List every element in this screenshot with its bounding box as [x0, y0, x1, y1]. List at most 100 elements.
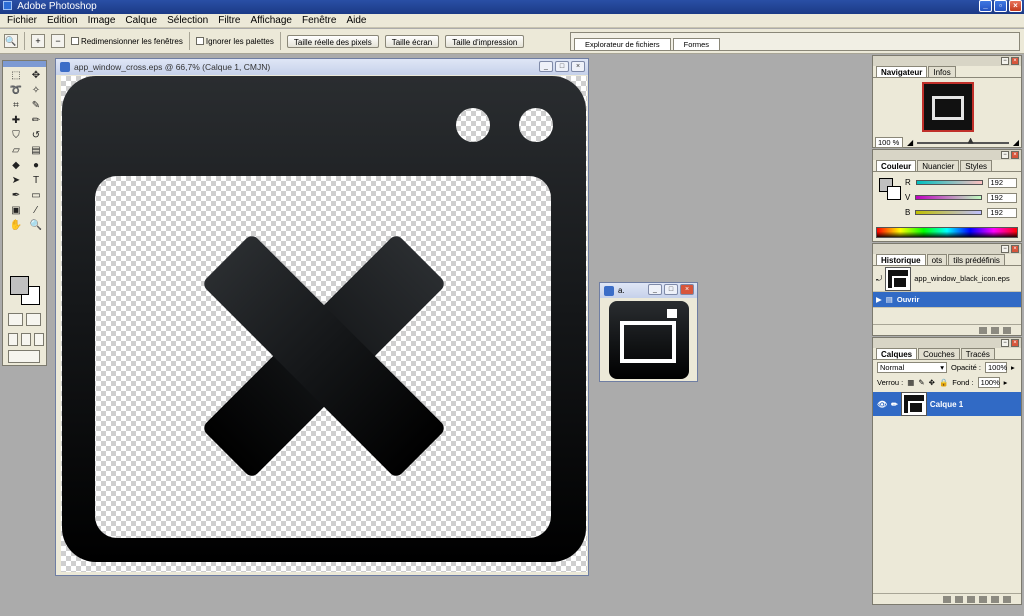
navigator-zoom-slider[interactable]: [917, 137, 1009, 144]
tab-navigator[interactable]: Navigateur: [876, 66, 928, 77]
doc-close-button[interactable]: ×: [571, 61, 585, 72]
menu-fenetre[interactable]: Fenêtre: [297, 14, 341, 27]
history-snapshot-row[interactable]: ⤾ app_window_black_icon.eps: [873, 266, 1021, 292]
stamp-tool-icon[interactable]: ⛉: [7, 129, 25, 143]
zoom-tool-icon[interactable]: 🔍: [27, 219, 45, 233]
adjustment-layer-icon[interactable]: [979, 595, 987, 603]
menu-aide[interactable]: Aide: [341, 14, 371, 27]
ignore-palettes-checkbox[interactable]: Ignorer les palettes: [195, 37, 274, 46]
tab-info[interactable]: Infos: [928, 66, 956, 77]
history-brush-source-icon[interactable]: ⤾: [876, 274, 882, 284]
tab-actions[interactable]: ots: [926, 254, 948, 265]
standard-mode-button[interactable]: [8, 313, 23, 326]
doc-maximize-button[interactable]: □: [555, 61, 569, 72]
palette-header[interactable]: − ×: [873, 150, 1021, 160]
brush-tool-icon[interactable]: ✏: [27, 114, 45, 128]
shape-tool-icon[interactable]: ▭: [27, 189, 45, 203]
palette-minimize-button[interactable]: −: [1001, 57, 1009, 65]
palette-close-button[interactable]: ×: [1011, 245, 1019, 253]
history-brush-tool-icon[interactable]: ↺: [27, 129, 45, 143]
lock-transparency-icon[interactable]: ▦: [907, 378, 914, 387]
print-size-button[interactable]: Taille d'impression: [445, 34, 525, 48]
menu-selection[interactable]: Sélection: [162, 14, 213, 27]
tab-styles[interactable]: Styles: [960, 160, 993, 171]
green-slider[interactable]: [915, 195, 983, 200]
document-title-bar[interactable]: app_window_cross.eps @ 66,7% (Calque 1, …: [56, 59, 588, 75]
type-tool-icon[interactable]: T: [27, 174, 45, 188]
dodge-tool-icon[interactable]: ●: [27, 159, 45, 173]
palette-close-button[interactable]: ×: [1011, 151, 1019, 159]
navigator-preview[interactable]: [922, 82, 974, 132]
palette-close-button[interactable]: ×: [1011, 57, 1019, 65]
actual-pixels-button[interactable]: Taille réelle des pixels: [286, 34, 379, 48]
blue-value-field[interactable]: 192: [987, 207, 1017, 218]
layer-mask-icon[interactable]: [955, 595, 963, 603]
navigator-zoom-field[interactable]: 100 %: [875, 137, 903, 148]
new-layer-icon[interactable]: [991, 595, 999, 603]
zoom-in-small-icon[interactable]: ◢: [1013, 138, 1019, 147]
magic-wand-tool-icon[interactable]: ✧: [27, 84, 45, 98]
zoom-tool-preset-icon[interactable]: 🔍: [4, 34, 18, 48]
delete-state-icon[interactable]: [1003, 326, 1011, 334]
menu-filtre[interactable]: Filtre: [213, 14, 245, 27]
screen-mode-menu-button[interactable]: [21, 333, 31, 346]
small-window-title-bar[interactable]: a. _ □ ×: [600, 283, 697, 298]
path-selection-tool-icon[interactable]: ➤: [7, 174, 25, 188]
layer-set-icon[interactable]: [967, 595, 975, 603]
blue-slider[interactable]: [915, 210, 983, 215]
color-spectrum-bar[interactable]: [876, 227, 1018, 238]
notes-tool-icon[interactable]: ▣: [7, 204, 25, 218]
foreground-color-swatch[interactable]: [10, 276, 29, 295]
lock-move-icon[interactable]: ✥: [929, 378, 935, 387]
tab-tool-presets[interactable]: tils prédéfinis: [948, 254, 1005, 265]
marquee-tool-icon[interactable]: ⬚: [7, 69, 25, 83]
color-bg-swatch[interactable]: [887, 186, 901, 200]
palette-minimize-button[interactable]: −: [1001, 245, 1009, 253]
hand-tool-icon[interactable]: ✋: [7, 219, 25, 233]
tab-swatches[interactable]: Nuancier: [917, 160, 960, 171]
small-minimize-button[interactable]: _: [648, 284, 662, 295]
tab-layers[interactable]: Calques: [876, 348, 918, 359]
new-snapshot-icon[interactable]: [991, 326, 999, 334]
red-value-field[interactable]: 192: [987, 177, 1017, 188]
tab-paths[interactable]: Tracés: [960, 348, 995, 359]
lasso-tool-icon[interactable]: ➰: [7, 84, 25, 98]
red-slider[interactable]: [915, 180, 983, 185]
menu-fichier[interactable]: Fichier: [2, 14, 42, 27]
zoom-out-small-icon[interactable]: ◢: [907, 138, 913, 147]
menu-affichage[interactable]: Affichage: [245, 14, 297, 27]
menu-calque[interactable]: Calque: [120, 14, 162, 27]
menu-image[interactable]: Image: [83, 14, 121, 27]
palette-header[interactable]: − ×: [873, 56, 1021, 66]
slice-tool-icon[interactable]: ✎: [27, 99, 45, 113]
blur-tool-icon[interactable]: ◆: [7, 159, 25, 173]
layer-row[interactable]: 👁 ✏ Calque 1: [873, 392, 1021, 416]
lock-all-icon[interactable]: 🔒: [939, 378, 948, 387]
fill-slider-toggle-icon[interactable]: ▸: [1004, 378, 1008, 387]
screen-mode-standard-button[interactable]: [8, 333, 18, 346]
gradient-tool-icon[interactable]: ▤: [27, 144, 45, 158]
history-step-row[interactable]: ▶ ▤ Ouvrir: [873, 292, 1021, 308]
restore-button[interactable]: ▫: [994, 0, 1007, 12]
new-document-from-state-icon[interactable]: [979, 326, 987, 334]
pen-tool-icon[interactable]: ✒: [7, 189, 25, 203]
palette-header[interactable]: − ×: [873, 244, 1021, 254]
green-value-field[interactable]: 192: [987, 192, 1017, 203]
lock-paint-icon[interactable]: ✎: [918, 378, 924, 387]
small-close-button[interactable]: ×: [680, 284, 694, 295]
opacity-field[interactable]: 100%: [985, 362, 1007, 373]
eyedropper-tool-icon[interactable]: ⁄: [27, 204, 45, 218]
quick-mask-button[interactable]: [26, 313, 41, 326]
palette-minimize-button[interactable]: −: [1001, 151, 1009, 159]
doc-minimize-button[interactable]: _: [539, 61, 553, 72]
resize-windows-checkbox[interactable]: Redimensionner les fenêtres: [71, 37, 183, 46]
zoom-in-icon[interactable]: +: [31, 34, 45, 48]
close-button[interactable]: ×: [1009, 0, 1022, 12]
menu-edition[interactable]: Edition: [42, 14, 83, 27]
layer-style-icon[interactable]: [943, 595, 951, 603]
screen-mode-full-button[interactable]: [34, 333, 44, 346]
delete-layer-icon[interactable]: [1003, 595, 1011, 603]
tab-color[interactable]: Couleur: [876, 160, 917, 171]
zoom-out-icon[interactable]: −: [51, 34, 65, 48]
opacity-slider-toggle-icon[interactable]: ▸: [1011, 363, 1015, 372]
